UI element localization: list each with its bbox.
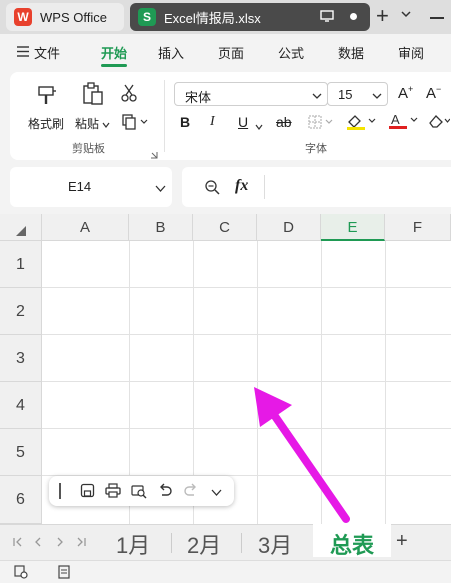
add-sheet-button[interactable]: +	[396, 530, 408, 553]
paste-dropdown-icon[interactable]	[102, 117, 110, 132]
font-group-label: 字体	[305, 143, 327, 155]
tab-wps-office[interactable]: W WPS Office	[6, 3, 124, 31]
group-divider	[164, 80, 165, 152]
column-header-d[interactable]: D	[257, 214, 321, 241]
increase-font-size-icon[interactable]: A+	[398, 84, 413, 102]
scissors-icon[interactable]	[121, 84, 137, 105]
chevron-down-icon[interactable]	[211, 486, 222, 501]
sheet-tab-bar: 1月 2月 3月 总表 +	[0, 524, 451, 560]
spreadsheet-logo-icon: S	[138, 8, 156, 26]
underline-button[interactable]: U	[238, 114, 248, 130]
grid-line	[42, 287, 451, 288]
border-icon[interactable]	[308, 115, 334, 132]
fill-color-icon[interactable]	[346, 113, 376, 134]
tab-document[interactable]: S Excel情报局.xlsx	[130, 3, 370, 31]
sheet-tab-3[interactable]: 3月	[258, 528, 292, 560]
formula-divider	[264, 175, 265, 199]
save-icon[interactable]	[80, 483, 95, 501]
format-painter-label[interactable]: 格式刷	[28, 115, 64, 132]
undo-icon[interactable]	[157, 483, 173, 501]
eraser-icon[interactable]	[428, 114, 451, 131]
font-color-icon[interactable]: A	[388, 112, 418, 133]
menu-data[interactable]: 数据	[338, 43, 364, 62]
sheet-tab-2[interactable]: 2月	[187, 528, 221, 560]
chevron-down-icon[interactable]	[155, 182, 166, 197]
row-header-4[interactable]: 4	[0, 382, 42, 429]
tab-wps-label: WPS Office	[40, 9, 107, 25]
wps-logo-icon: W	[14, 8, 32, 26]
unsaved-dot-icon	[350, 13, 357, 20]
title-bar: W WPS Office S Excel情报局.xlsx +	[0, 0, 451, 34]
active-menu-indicator	[101, 64, 127, 67]
chevron-down-icon	[372, 89, 382, 104]
first-sheet-icon[interactable]	[12, 536, 24, 551]
column-header-b[interactable]: B	[129, 214, 193, 241]
italic-button[interactable]: I	[210, 114, 215, 130]
grid-line	[385, 241, 386, 524]
annotation-arrow-icon	[254, 387, 350, 523]
copy-icon[interactable]	[122, 114, 148, 133]
sheet-divider	[171, 533, 172, 553]
font-name-select[interactable]: 宋体	[174, 82, 328, 106]
menu-bar: 文件 开始 插入 页面 公式 数据 审阅	[0, 34, 451, 68]
ribbon: 格式刷 粘贴 剪贴板 宋体 15 A+ A− B I U ab A 字体	[10, 72, 451, 160]
sheet-divider	[241, 533, 242, 553]
select-all-corner[interactable]	[0, 214, 42, 241]
prev-sheet-icon[interactable]	[33, 536, 43, 551]
row-header-3[interactable]: 3	[0, 335, 42, 382]
column-header-e[interactable]: E	[321, 214, 385, 241]
strikethrough-button[interactable]: ab	[276, 114, 292, 130]
chevron-down-icon	[312, 89, 322, 104]
menu-page[interactable]: 页面	[218, 43, 244, 62]
menu-review[interactable]: 审阅	[398, 43, 424, 62]
decrease-font-size-icon[interactable]: A−	[426, 84, 441, 102]
menu-home[interactable]: 开始	[101, 43, 127, 62]
column-header-a[interactable]: A	[42, 214, 129, 241]
chevron-down-icon[interactable]	[400, 8, 412, 23]
row-header-6[interactable]: 6	[0, 476, 42, 524]
name-box[interactable]: E14	[10, 167, 172, 207]
row-header-5[interactable]: 5	[0, 429, 42, 476]
sheet-tab-summary[interactable]: 总表	[330, 528, 374, 560]
print-icon[interactable]	[105, 483, 121, 501]
zoom-search-icon[interactable]	[204, 179, 220, 198]
print-preview-icon[interactable]	[131, 483, 147, 502]
sheet-tab-1[interactable]: 1月	[116, 528, 150, 560]
new-tab-button[interactable]: +	[376, 3, 389, 29]
insert-function-button[interactable]: fx	[235, 177, 248, 195]
column-header-f[interactable]: F	[385, 214, 451, 241]
dialog-launcher-icon[interactable]	[151, 147, 158, 162]
monitor-icon[interactable]	[320, 10, 334, 25]
document-icon[interactable]	[57, 565, 71, 582]
bold-button[interactable]: B	[180, 114, 190, 130]
row-header-2[interactable]: 2	[0, 288, 42, 335]
quick-access-toolbar	[49, 476, 234, 506]
minimize-icon[interactable]	[430, 17, 444, 19]
row-header-1[interactable]: 1	[0, 241, 42, 288]
column-header-c[interactable]: C	[193, 214, 257, 241]
hamburger-icon[interactable]	[17, 45, 29, 60]
font-size-value: 15	[338, 87, 353, 102]
grid-line	[42, 334, 451, 335]
last-sheet-icon[interactable]	[75, 536, 87, 551]
underline-dropdown-icon[interactable]	[255, 119, 263, 134]
redo-icon[interactable]	[183, 483, 199, 501]
paste-label[interactable]: 粘贴	[75, 115, 99, 132]
format-painter-icon[interactable]	[36, 84, 58, 109]
font-size-select[interactable]: 15	[327, 82, 388, 106]
menu-formula[interactable]: 公式	[278, 43, 304, 62]
tab-document-label: Excel情报局.xlsx	[164, 10, 261, 26]
drag-handle-icon[interactable]	[59, 483, 61, 499]
menu-file[interactable]: 文件	[34, 43, 60, 62]
svg-text:A: A	[391, 112, 400, 127]
status-bar	[0, 560, 451, 583]
formula-bar[interactable]: fx	[182, 167, 451, 207]
macro-record-icon[interactable]	[14, 565, 28, 582]
next-sheet-icon[interactable]	[55, 536, 65, 551]
clipboard-group-label: 剪贴板	[72, 143, 105, 155]
paste-icon[interactable]	[82, 82, 104, 109]
name-box-value: E14	[68, 179, 92, 194]
font-name-value: 宋体	[185, 90, 212, 105]
menu-insert[interactable]: 插入	[158, 43, 184, 62]
